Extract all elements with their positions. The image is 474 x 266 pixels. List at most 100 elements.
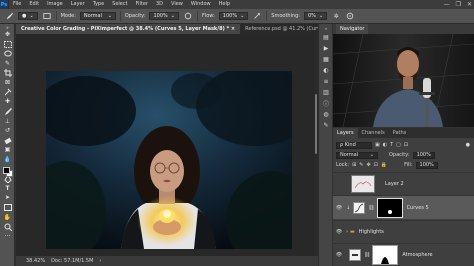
eraser-tool-icon[interactable] — [0, 136, 15, 146]
blend-mode-select[interactable]: Normal ⌄ — [336, 151, 378, 159]
chain-link-icon[interactable]: ⛓ — [364, 252, 370, 258]
fill-field[interactable]: 100% — [415, 161, 438, 169]
properties-icon[interactable]: ≡ — [319, 76, 333, 87]
layer-name[interactable]: Curves 5 — [407, 205, 429, 211]
gradient-tool-icon[interactable]: ▣ — [0, 145, 15, 155]
libraries-icon[interactable]: ▥ — [319, 87, 333, 98]
layer-mask-thumbnail[interactable] — [376, 197, 403, 218]
lock-pixels-icon[interactable]: ⊞ — [352, 162, 356, 168]
pixel-filter-icon[interactable]: ▣ — [375, 142, 380, 148]
foreground-color-swatch[interactable] — [3, 167, 10, 174]
smart-filter-icon[interactable]: ⊡ — [404, 142, 408, 148]
lock-artboard-icon[interactable]: ⊡ — [374, 162, 378, 168]
marquee-tool-icon[interactable] — [0, 40, 15, 50]
lock-position-icon[interactable]: ✥ — [367, 162, 371, 168]
info-icon[interactable]: ⓘ — [319, 98, 333, 109]
brush-tool-icon[interactable] — [4, 11, 14, 21]
close-icon[interactable]: ✕ — [467, 1, 472, 8]
more-tools-icon[interactable]: ··· — [0, 231, 15, 241]
menu-layer[interactable]: Layer — [67, 0, 89, 9]
layer-row-highlights[interactable]: 👁 › ▬ Highlights — [333, 220, 474, 242]
type-tool-icon[interactable]: T — [0, 184, 15, 194]
pressure-size-icon[interactable] — [345, 11, 355, 21]
minimize-icon[interactable]: — — [444, 1, 450, 8]
color-icon[interactable]: ◍ — [319, 109, 333, 120]
layer-name[interactable]: Atmosphere — [402, 252, 432, 258]
brush-settings-icon[interactable]: ✎ — [319, 120, 333, 131]
chevron-right-icon[interactable]: › — [346, 229, 348, 235]
document-image[interactable] — [46, 71, 292, 249]
menu-view[interactable]: View — [167, 0, 187, 9]
kind-filter-select[interactable]: ρ Kind — [336, 141, 372, 149]
mode-select[interactable]: Normal ⌄ — [79, 12, 116, 20]
gear-icon[interactable]: ✲ — [331, 11, 341, 21]
airbrush-icon[interactable] — [252, 11, 262, 21]
tab-channels[interactable]: Channels — [358, 128, 389, 138]
menu-select[interactable]: Select — [108, 0, 131, 9]
menu-image[interactable]: Image — [43, 0, 67, 9]
menu-filter[interactable]: Filter — [132, 0, 152, 9]
flow-field[interactable]: 100% ⌄ — [218, 12, 249, 20]
layer-row-curves-5[interactable]: 👁 ↓ ⛓ Curves 5 — [333, 195, 474, 219]
chevron-down-icon: ⌄ — [107, 13, 112, 19]
restore-icon[interactable]: ❐ — [456, 1, 461, 8]
lock-all-icon[interactable]: 🔒 — [381, 162, 387, 168]
doc-size: Doc: 57.1M/1.5M — [51, 258, 94, 264]
eye-icon[interactable]: 👁 — [335, 229, 343, 235]
swatches-icon[interactable]: ▦ — [319, 54, 333, 65]
zoom-level[interactable]: 38.42% — [26, 258, 45, 264]
filter-toggle-icon[interactable]: ● — [466, 142, 470, 148]
menu-type[interactable]: Type — [89, 0, 108, 9]
history-icon[interactable]: ▤ — [319, 32, 333, 43]
tab-layers[interactable]: Layers — [333, 128, 358, 138]
rectangle-tool-icon[interactable] — [0, 203, 15, 213]
layer-mask-thumbnail[interactable] — [372, 245, 399, 265]
layer-name[interactable]: Highlights — [359, 229, 384, 235]
layer-row-atmosphere[interactable]: 👁 ⛓ Atmosphere — [333, 243, 474, 266]
scrollbar-thumb[interactable] — [315, 94, 317, 154]
crop-tool-icon[interactable] — [0, 68, 15, 78]
layer-opacity-field[interactable]: 100% — [412, 151, 435, 159]
smoothing-field[interactable]: 0% ⌄ — [304, 12, 328, 20]
collapse-arrows-icon[interactable]: « — [319, 24, 333, 32]
chain-link-icon[interactable]: ⛓ — [368, 205, 374, 211]
lock-paint-icon[interactable]: ✎ — [359, 162, 363, 168]
menu-help[interactable]: Help — [215, 0, 234, 9]
tab-paths[interactable]: Paths — [389, 128, 411, 138]
zoom-tool-icon[interactable] — [0, 222, 15, 232]
canvas-area[interactable] — [16, 34, 314, 256]
move-tool-icon[interactable]: ✥ — [0, 30, 15, 40]
history-brush-tool-icon[interactable]: ↺ — [0, 126, 15, 136]
eyedropper-tool-icon[interactable] — [0, 88, 15, 98]
quick-select-tool-icon[interactable]: ✎ — [0, 59, 15, 69]
menu-file[interactable]: File — [9, 0, 25, 9]
blur-tool-icon[interactable]: 💧 — [0, 155, 15, 165]
clone-stamp-tool-icon[interactable]: ⊥ — [0, 116, 15, 126]
tab-creative-color-grading[interactable]: Creative Color Grading - PiXimperfect @ … — [16, 24, 241, 34]
adjustments-icon[interactable]: ◐ — [319, 65, 333, 76]
eye-icon[interactable]: 👁 — [335, 205, 343, 211]
type-filter-icon[interactable]: T — [390, 142, 393, 148]
pressure-opacity-icon[interactable] — [183, 11, 193, 21]
menu-3d[interactable]: 3D — [152, 0, 167, 9]
brush-tool-icon[interactable] — [0, 107, 15, 117]
shape-filter-icon[interactable]: ▢ — [396, 142, 401, 148]
hand-tool-icon[interactable]: ✋ — [0, 212, 15, 222]
frame-tool-icon[interactable]: ⊠ — [0, 78, 15, 88]
lasso-tool-icon[interactable] — [0, 49, 15, 59]
path-selection-tool-icon[interactable]: ➤ — [0, 193, 15, 203]
status-menu-arrow[interactable]: › — [99, 258, 101, 264]
adjustment-filter-icon[interactable]: ◐ — [383, 142, 387, 148]
navigator-tab[interactable]: Navigator — [336, 24, 369, 34]
healing-brush-tool-icon[interactable]: ✚ — [0, 97, 15, 107]
opacity-field[interactable]: 100% ⌄ — [149, 12, 179, 20]
fill-value: 100% — [419, 161, 434, 168]
eye-icon[interactable]: 👁 — [335, 252, 343, 258]
menu-edit[interactable]: Edit — [25, 0, 43, 9]
actions-icon[interactable]: ▶ — [319, 43, 333, 54]
brush-size-picker[interactable]: ● ⌄ — [18, 12, 38, 20]
menu-window[interactable]: Window — [187, 0, 215, 9]
brush-settings-icon[interactable] — [42, 11, 52, 21]
layer-row-layer-2[interactable]: Layer 2 — [333, 172, 474, 194]
layer-name[interactable]: Layer 2 — [385, 181, 404, 187]
